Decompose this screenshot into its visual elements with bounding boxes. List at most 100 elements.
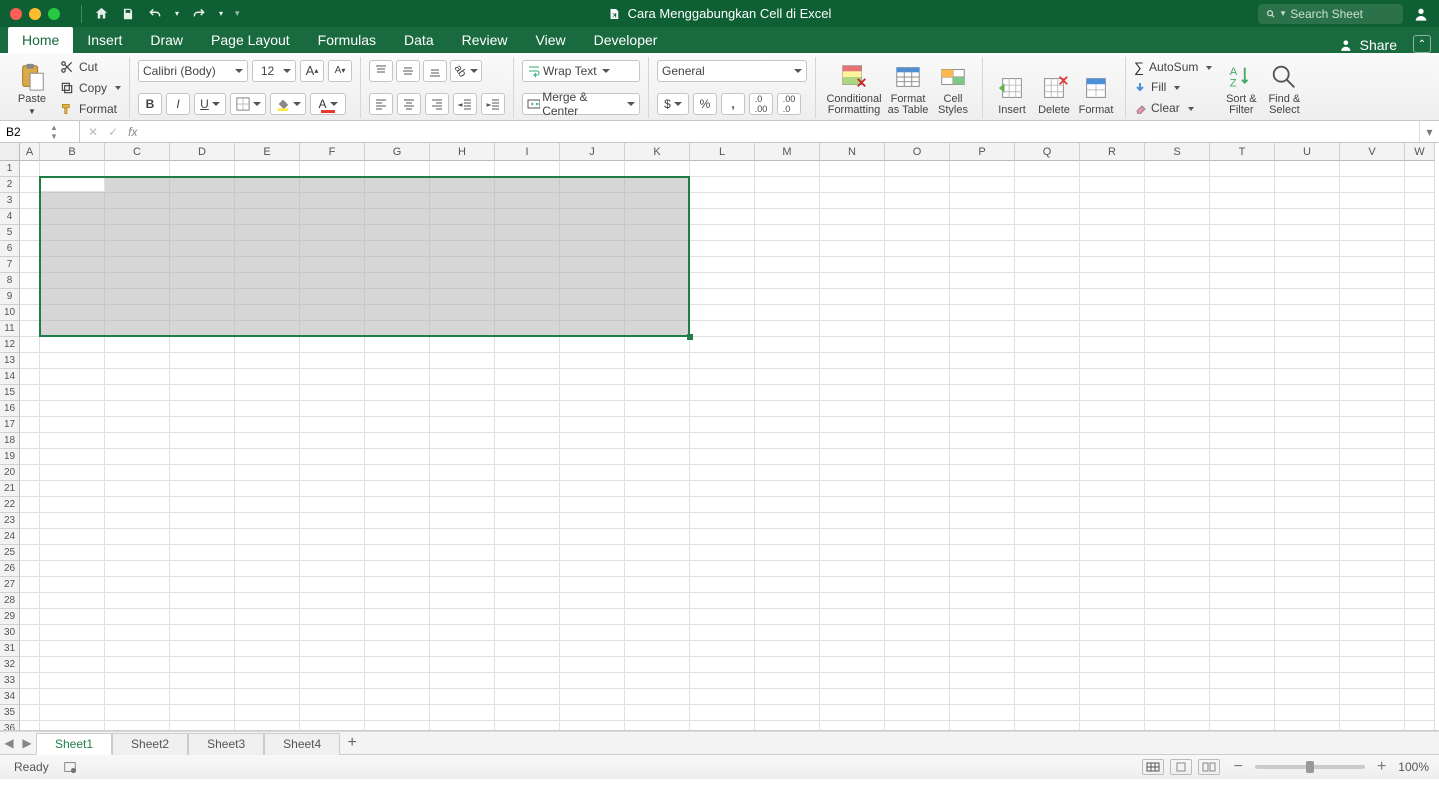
cell[interactable] <box>560 561 625 577</box>
cell[interactable] <box>495 545 560 561</box>
column-header-A[interactable]: A <box>20 143 40 161</box>
cell[interactable] <box>495 721 560 731</box>
cell[interactable] <box>1405 417 1435 433</box>
cell[interactable] <box>1080 369 1145 385</box>
cell[interactable] <box>820 641 885 657</box>
cell[interactable] <box>820 689 885 705</box>
cell[interactable] <box>1080 593 1145 609</box>
cell[interactable] <box>1145 257 1210 273</box>
qat-customize[interactable]: ▾ <box>235 8 240 19</box>
cell[interactable] <box>40 465 105 481</box>
cell[interactable] <box>235 545 300 561</box>
cell[interactable] <box>690 513 755 529</box>
cell[interactable] <box>1145 401 1210 417</box>
cell[interactable] <box>820 657 885 673</box>
cell[interactable] <box>300 433 365 449</box>
cell[interactable] <box>40 417 105 433</box>
row-header-3[interactable]: 3 <box>0 193 20 209</box>
cell[interactable] <box>105 417 170 433</box>
cell[interactable] <box>885 321 950 337</box>
cell[interactable] <box>1080 273 1145 289</box>
cell[interactable] <box>235 449 300 465</box>
cell[interactable] <box>1210 609 1275 625</box>
column-header-H[interactable]: H <box>430 143 495 161</box>
cell[interactable] <box>430 481 495 497</box>
cell[interactable] <box>690 689 755 705</box>
column-header-R[interactable]: R <box>1080 143 1145 161</box>
cell[interactable] <box>170 497 235 513</box>
cell[interactable] <box>1015 209 1080 225</box>
cell[interactable] <box>300 401 365 417</box>
cell[interactable] <box>755 257 820 273</box>
cell[interactable] <box>625 481 690 497</box>
cell[interactable] <box>1340 481 1405 497</box>
decrease-decimal-button[interactable]: .00.0 <box>777 93 801 115</box>
comma-format-button[interactable]: , <box>721 93 745 115</box>
cell[interactable] <box>300 385 365 401</box>
cell[interactable] <box>690 593 755 609</box>
cell[interactable] <box>20 609 40 625</box>
accounting-format-button[interactable]: $ <box>657 93 689 115</box>
cell[interactable] <box>1080 337 1145 353</box>
cell[interactable] <box>690 209 755 225</box>
cell[interactable] <box>300 673 365 689</box>
cell[interactable] <box>1080 465 1145 481</box>
cell[interactable] <box>885 497 950 513</box>
cell[interactable] <box>1015 321 1080 337</box>
column-header-E[interactable]: E <box>235 143 300 161</box>
cell[interactable] <box>820 449 885 465</box>
cell[interactable] <box>690 337 755 353</box>
cell[interactable] <box>1275 721 1340 731</box>
cell[interactable] <box>690 481 755 497</box>
zoom-level[interactable]: 100% <box>1398 760 1429 774</box>
cell[interactable] <box>495 497 560 513</box>
cell[interactable] <box>1340 545 1405 561</box>
cell[interactable] <box>1210 657 1275 673</box>
cell[interactable] <box>20 353 40 369</box>
cell[interactable] <box>430 401 495 417</box>
cell[interactable] <box>105 337 170 353</box>
cell[interactable] <box>1080 321 1145 337</box>
cell[interactable] <box>105 577 170 593</box>
cell[interactable] <box>950 337 1015 353</box>
cell[interactable] <box>625 625 690 641</box>
cell[interactable] <box>1015 657 1080 673</box>
cell[interactable] <box>495 609 560 625</box>
cell[interactable] <box>1145 641 1210 657</box>
cell[interactable] <box>560 625 625 641</box>
cell[interactable] <box>1210 689 1275 705</box>
cell[interactable] <box>1015 593 1080 609</box>
cell[interactable] <box>950 305 1015 321</box>
cell[interactable] <box>950 225 1015 241</box>
cell[interactable] <box>1015 641 1080 657</box>
cell[interactable] <box>1145 705 1210 721</box>
cell[interactable] <box>300 353 365 369</box>
cell[interactable] <box>1405 625 1435 641</box>
cell[interactable] <box>1080 481 1145 497</box>
add-sheet-button[interactable]: + <box>340 734 364 752</box>
cell[interactable] <box>300 689 365 705</box>
cell[interactable] <box>1340 385 1405 401</box>
orientation-button[interactable]: ab <box>450 60 482 82</box>
cell[interactable] <box>755 593 820 609</box>
cell[interactable] <box>755 225 820 241</box>
cell[interactable] <box>1210 641 1275 657</box>
cell[interactable] <box>1340 449 1405 465</box>
spreadsheet-grid[interactable]: ABCDEFGHIJKLMNOPQRSTUVW 1234567891011121… <box>0 143 1439 731</box>
cell[interactable] <box>1405 337 1435 353</box>
zoom-out-button[interactable]: − <box>1234 758 1243 776</box>
cell[interactable] <box>495 561 560 577</box>
cell[interactable] <box>235 481 300 497</box>
cell[interactable] <box>885 529 950 545</box>
cell[interactable] <box>365 337 430 353</box>
cell[interactable] <box>950 161 1015 177</box>
cell[interactable] <box>170 721 235 731</box>
cell[interactable] <box>1275 529 1340 545</box>
cell[interactable] <box>495 353 560 369</box>
cell[interactable] <box>1340 705 1405 721</box>
align-left-button[interactable] <box>369 93 393 115</box>
cell[interactable] <box>1405 161 1435 177</box>
cell[interactable] <box>1145 209 1210 225</box>
cell[interactable] <box>495 369 560 385</box>
cell[interactable] <box>950 529 1015 545</box>
